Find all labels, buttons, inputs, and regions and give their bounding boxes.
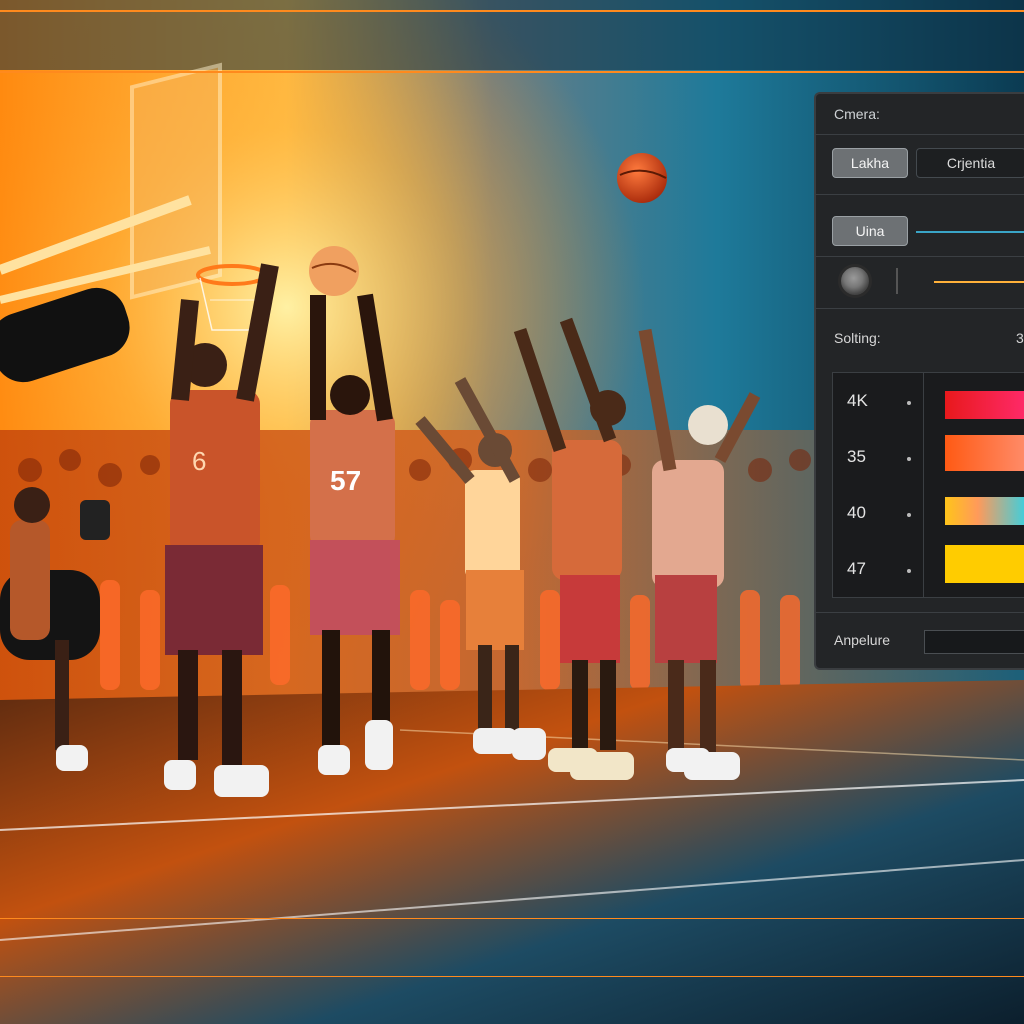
separator: [816, 612, 1024, 613]
separator: [816, 194, 1024, 195]
guide-line-upper: [0, 71, 1024, 73]
color-bar-red[interactable]: [945, 391, 1024, 419]
row-label-35: 35: [847, 447, 866, 466]
line-button[interactable]: Uina: [832, 216, 908, 246]
separator: [816, 308, 1024, 309]
preset-button-primary[interactable]: Lakha: [832, 148, 908, 178]
guide-line-lower: [0, 918, 1024, 919]
exposure-slider[interactable]: [934, 281, 1024, 283]
panel-title: Cmera:: [834, 106, 880, 122]
row-dot: [907, 513, 911, 517]
section-value: 3: [1016, 330, 1024, 346]
knob-divider: [896, 268, 898, 294]
row-label-4k: 4K: [847, 391, 868, 410]
aperture-knob[interactable]: [838, 264, 872, 298]
aperture-label: Anpelure: [834, 632, 891, 648]
camera-settings-panel: Cmera: Lakha Crjentia Uina Solting: 3 4K…: [814, 92, 1024, 670]
separator: [816, 134, 1024, 135]
section-label: Solting:: [834, 330, 881, 346]
guide-line-bottom: [0, 976, 1024, 977]
color-bar-gradient[interactable]: [945, 497, 1024, 525]
guide-line-top: [0, 10, 1024, 12]
color-bar-yellow[interactable]: [945, 545, 1024, 583]
row-dot: [907, 457, 911, 461]
swatch-divider: [923, 373, 924, 597]
row-label-40: 40: [847, 503, 866, 522]
row-dot: [907, 569, 911, 573]
separator: [816, 256, 1024, 257]
row-dot: [907, 401, 911, 405]
row-label-47: 47: [847, 559, 866, 578]
jersey-number-57: 57: [330, 465, 361, 496]
preset-button-secondary[interactable]: Crjentia: [916, 148, 1024, 178]
jersey-number-6: 6: [192, 446, 206, 476]
color-bar-orange[interactable]: [945, 435, 1024, 471]
line-slider[interactable]: [916, 231, 1024, 233]
color-swatch-list: 4K 35 40 47: [832, 372, 1024, 598]
aperture-input[interactable]: [924, 630, 1024, 654]
